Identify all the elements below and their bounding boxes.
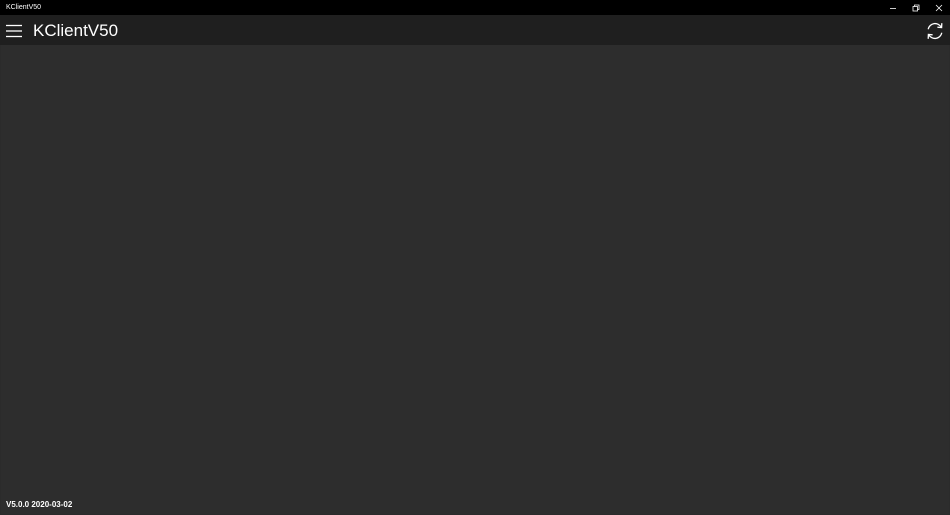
close-icon <box>935 4 942 11</box>
menu-button[interactable] <box>4 21 24 40</box>
window-title: KClientV50 <box>6 4 42 11</box>
title-bar[interactable]: KClientV50 <box>0 0 950 15</box>
app-header: KClientV50 <box>0 15 950 45</box>
refresh-icon <box>927 23 943 39</box>
version-label: V5.0.0 2020-03-02 <box>6 500 73 509</box>
restore-button[interactable] <box>904 0 927 15</box>
minimize-icon <box>889 7 896 9</box>
refresh-button[interactable] <box>924 20 946 42</box>
restore-icon <box>912 4 919 11</box>
page-title: KClientV50 <box>33 21 119 40</box>
main-content <box>1 45 949 514</box>
minimize-button[interactable] <box>881 0 904 15</box>
hamburger-menu-icon <box>6 24 22 37</box>
close-button[interactable] <box>927 0 950 15</box>
app-window: KClientV50 KClientV50 V5.0.0 2020-03-02 <box>0 0 950 515</box>
